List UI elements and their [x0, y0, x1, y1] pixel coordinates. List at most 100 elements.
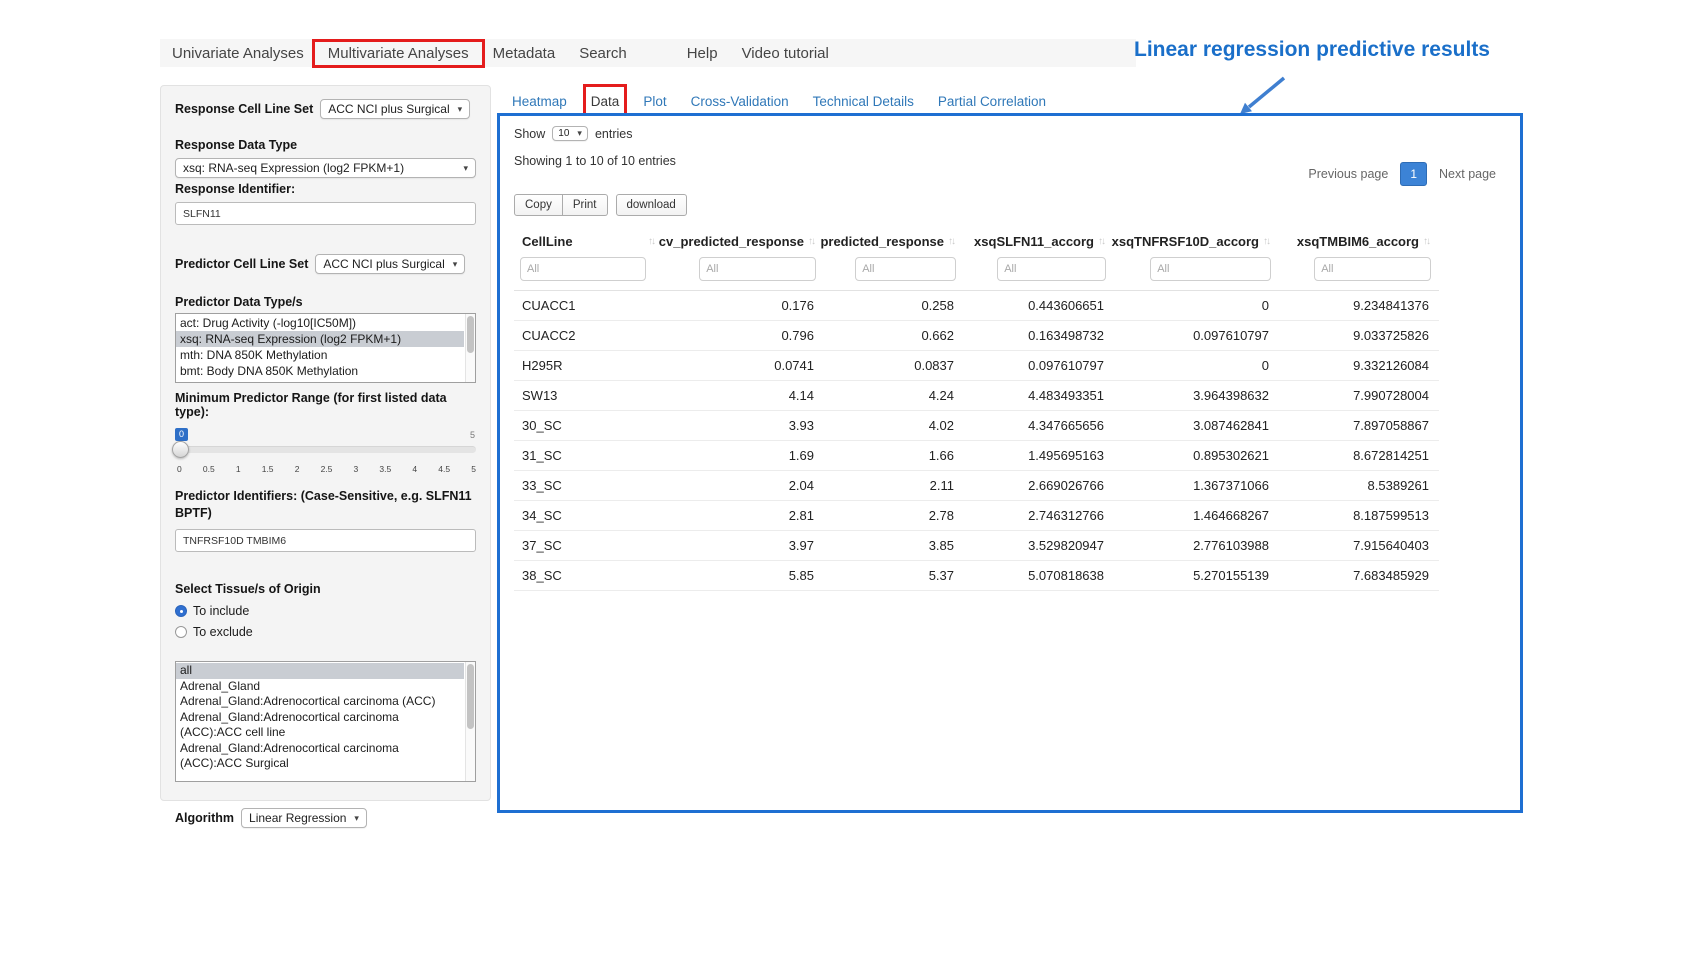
response-identifier-input[interactable] — [175, 202, 476, 225]
cell-value: 3.087462841 — [1114, 411, 1279, 441]
previous-page-button[interactable]: Previous page — [1300, 162, 1396, 186]
scrollbar[interactable] — [465, 314, 475, 382]
cell-value: 3.85 — [824, 531, 964, 561]
table-row[interactable]: CUACC20.7960.6620.1634987320.0976107979.… — [514, 321, 1439, 351]
column-header[interactable]: cv_predicted_response↑↓ — [664, 226, 824, 255]
column-header[interactable]: predicted_response↑↓ — [824, 226, 964, 255]
table-row[interactable]: 31_SC1.691.661.4956951630.8953026218.672… — [514, 441, 1439, 471]
slider-value-label: 0 — [175, 428, 188, 441]
cell-value: 2.78 — [824, 501, 964, 531]
listbox-option[interactable]: bmt: Body DNA 850K Methylation — [176, 363, 464, 379]
tissue-origin-radio[interactable]: To include — [175, 604, 476, 618]
algorithm-select[interactable]: Linear Regression ▾ — [241, 808, 367, 828]
predictor-identifiers-input[interactable] — [175, 529, 476, 552]
column-filter-input[interactable] — [997, 257, 1106, 281]
table-header-row: CellLine↑↓cv_predicted_response↑↓predict… — [514, 226, 1439, 255]
slider-handle[interactable] — [172, 441, 189, 458]
predictor-identifiers-label: Predictor Identifiers: (Case-Sensitive, … — [175, 488, 475, 522]
select-value: Linear Regression — [249, 811, 346, 825]
cell-value: 0.163498732 — [964, 321, 1114, 351]
listbox-option[interactable]: Adrenal_Gland:Adrenocortical carcinoma (… — [176, 741, 464, 772]
table-row[interactable]: SW134.144.244.4834933513.9643986327.9907… — [514, 381, 1439, 411]
tissue-origin-radio[interactable]: To exclude — [175, 625, 476, 639]
export-button[interactable]: Copy — [514, 194, 563, 216]
nav-item[interactable]: Metadata — [481, 43, 568, 64]
listbox-option[interactable]: xsq: RNA-seq Expression (log2 FPKM+1) — [176, 331, 464, 347]
result-tabs: Heatmap Data Plot Cross-Validation Technical… — [512, 92, 1046, 111]
tissue-origin-radio-group: To include To exclude — [175, 604, 476, 639]
cell-value: 9.234841376 — [1279, 291, 1439, 321]
cell-value: 2.669026766 — [964, 471, 1114, 501]
scrollbar-thumb[interactable] — [467, 316, 474, 353]
column-filter-input[interactable] — [1150, 257, 1271, 281]
listbox-option[interactable]: Adrenal_Gland:Adrenocortical carcinoma (… — [176, 694, 464, 710]
listbox-option[interactable]: Adrenal_Gland:Adrenocortical carcinoma (… — [176, 710, 464, 741]
listbox-option[interactable]: all — [176, 663, 464, 679]
scrollbar[interactable] — [465, 662, 475, 781]
nav-item[interactable]: Multivariate Analyses — [316, 43, 481, 64]
nav-item[interactable]: Video tutorial — [730, 43, 841, 64]
export-buttons: CopyPrint download — [514, 194, 1506, 216]
sort-icon[interactable]: ↑↓ — [1423, 236, 1431, 247]
sidebar-panel: Response Cell Line Set ACC NCI plus Surg… — [160, 85, 491, 801]
chevron-down-icon: ▾ — [577, 128, 582, 139]
slider-tick-label: 2 — [295, 464, 300, 474]
predictor-data-type-listbox: act: Drug Activity (-log10[IC50M])xsq: R… — [175, 313, 476, 383]
current-page-button[interactable]: 1 — [1400, 162, 1427, 186]
result-tab[interactable]: Plot — [643, 92, 666, 111]
result-tab[interactable]: Cross-Validation — [691, 92, 789, 111]
column-header[interactable]: xsqTMBIM6_accorg↑↓ — [1279, 226, 1439, 255]
table-row[interactable]: H295R0.07410.08370.09761079709.332126084 — [514, 351, 1439, 381]
result-tab[interactable]: Partial Correlation — [938, 92, 1046, 111]
slider-tick-label: 3.5 — [379, 464, 391, 474]
table-filter-row — [514, 255, 1439, 291]
cell-value: 8.672814251 — [1279, 441, 1439, 471]
table-row[interactable]: 38_SC5.855.375.0708186385.2701551397.683… — [514, 561, 1439, 591]
column-filter-cell — [964, 255, 1114, 291]
cell-value: 5.37 — [824, 561, 964, 591]
export-button[interactable]: download — [616, 194, 687, 216]
nav-item[interactable]: Search — [567, 43, 639, 64]
entries-label: entries — [595, 127, 633, 141]
column-filter-input[interactable] — [855, 257, 956, 281]
response-cell-line-set-select[interactable]: ACC NCI plus Surgical ▾ — [320, 99, 470, 119]
listbox-option[interactable]: act: Drug Activity (-log10[IC50M]) — [176, 315, 464, 331]
slider-tick-label: 5 — [471, 464, 476, 474]
table-row[interactable]: 33_SC2.042.112.6690267661.3673710668.538… — [514, 471, 1439, 501]
table-row[interactable]: 37_SC3.973.853.5298209472.7761039887.915… — [514, 531, 1439, 561]
column-header[interactable]: xsqTNFRSF10D_accorg↑↓ — [1114, 226, 1279, 255]
entries-select[interactable]: 10 ▾ — [552, 126, 588, 141]
column-header[interactable]: CellLine↑↓ — [514, 226, 664, 255]
column-filter-input[interactable] — [1314, 257, 1431, 281]
cell-line-name: 38_SC — [514, 561, 664, 591]
sort-icon[interactable]: ↑↓ — [808, 236, 816, 247]
nav-item[interactable]: Univariate Analyses — [160, 43, 316, 64]
min-predictor-range-slider[interactable]: 0 5 00.511.522.533.544.55 — [175, 428, 476, 478]
column-filter-input[interactable] — [699, 257, 816, 281]
table-row[interactable]: 30_SC3.934.024.3476656563.0874628417.897… — [514, 411, 1439, 441]
export-button[interactable]: Print — [563, 194, 608, 216]
chevron-down-icon: ▾ — [463, 163, 468, 174]
table-row[interactable]: CUACC10.1760.2580.44360665109.234841376 — [514, 291, 1439, 321]
sort-icon[interactable]: ↑↓ — [1263, 236, 1271, 247]
table-row[interactable]: 34_SC2.812.782.7463127661.4646682678.187… — [514, 501, 1439, 531]
sort-icon[interactable]: ↑↓ — [648, 236, 656, 247]
result-tab[interactable]: Technical Details — [813, 92, 914, 111]
cell-value: 2.81 — [664, 501, 824, 531]
next-page-button[interactable]: Next page — [1431, 162, 1504, 186]
listbox-option[interactable]: Adrenal_Gland — [176, 679, 464, 695]
result-tab[interactable]: Data — [591, 92, 620, 111]
slider-tick-label: 1.5 — [262, 464, 274, 474]
slider-track[interactable] — [175, 446, 476, 453]
column-header[interactable]: xsqSLFN11_accorg↑↓ — [964, 226, 1114, 255]
scrollbar-thumb[interactable] — [467, 664, 474, 729]
sort-icon[interactable]: ↑↓ — [1098, 236, 1106, 247]
nav-item[interactable]: Help — [675, 43, 730, 64]
cell-value: 5.85 — [664, 561, 824, 591]
result-tab[interactable]: Heatmap — [512, 92, 567, 111]
predictor-cell-line-set-select[interactable]: ACC NCI plus Surgical ▾ — [315, 254, 465, 274]
column-filter-input[interactable] — [520, 257, 646, 281]
sort-icon[interactable]: ↑↓ — [948, 236, 956, 247]
listbox-option[interactable]: mth: DNA 850K Methylation — [176, 347, 464, 363]
response-data-type-select[interactable]: xsq: RNA-seq Expression (log2 FPKM+1) ▾ — [175, 158, 476, 178]
